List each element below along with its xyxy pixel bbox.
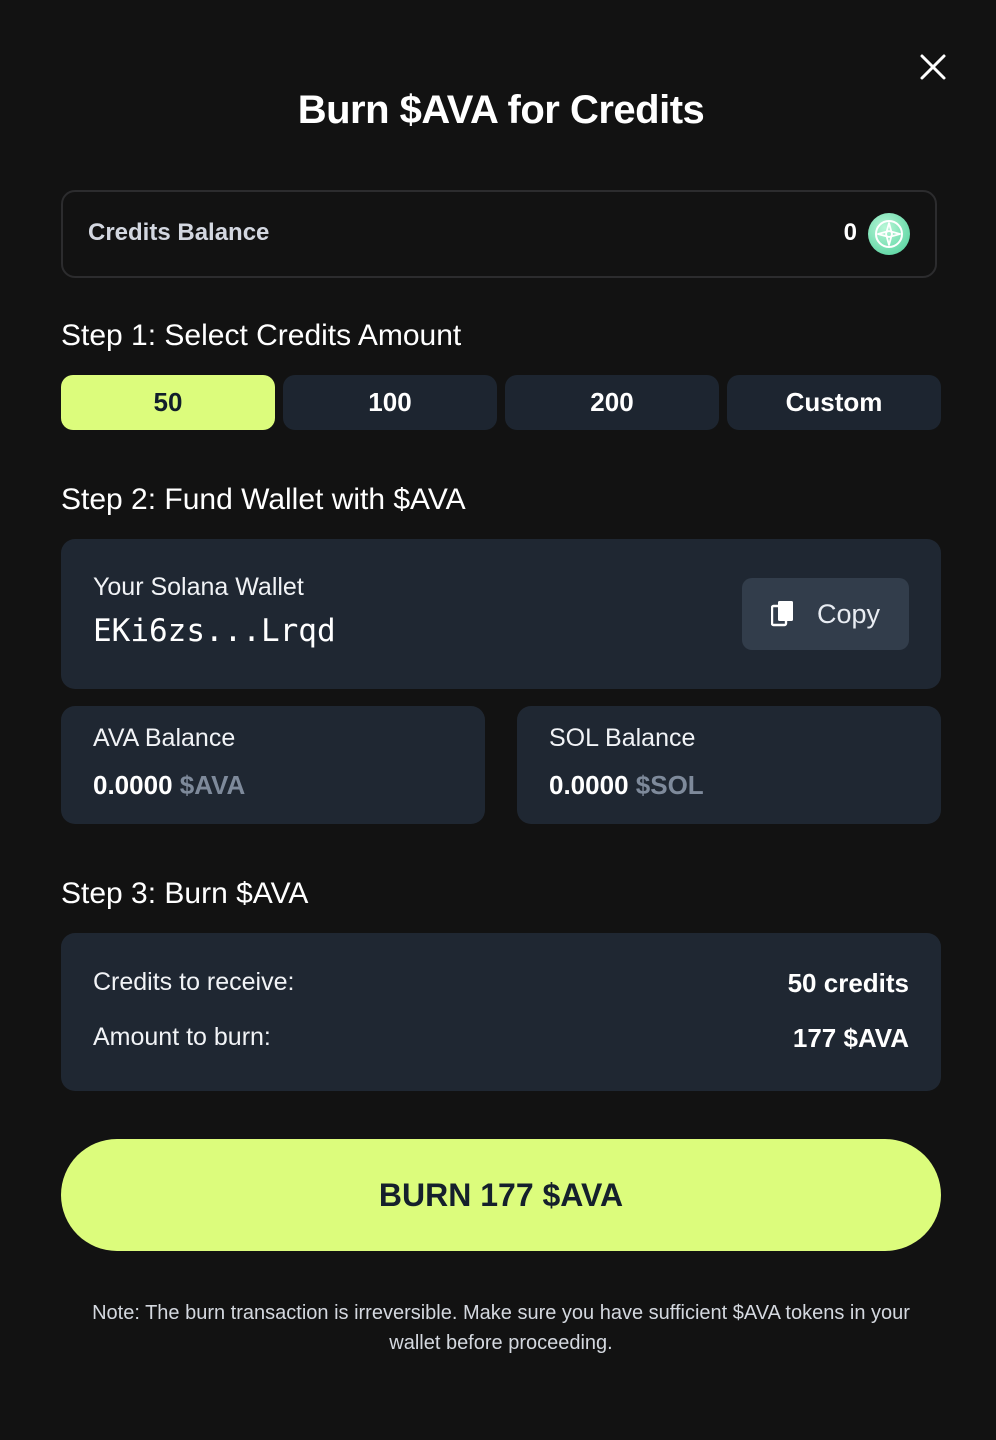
irreversible-note: Note: The burn transaction is irreversib…: [92, 1302, 910, 1354]
wallet-label: Your Solana Wallet: [93, 573, 304, 601]
ava-balance-amount: 0.0000: [93, 770, 173, 800]
step1-heading: Step 1: Select Credits Amount: [61, 319, 462, 352]
close-button[interactable]: [914, 48, 952, 86]
ava-balance-label: AVA Balance: [93, 724, 236, 752]
credits-balance-value: 0: [843, 219, 857, 246]
sol-balance-unit: $SOL: [635, 770, 704, 800]
sol-balance-amount: 0.0000: [549, 770, 629, 800]
step2-heading: Step 2: Fund Wallet with $AVA: [61, 483, 466, 516]
burn-button[interactable]: BURN 177 $AVA: [61, 1139, 941, 1251]
sol-balance-value: 0.0000 $SOL: [549, 770, 704, 801]
credits-balance-card: Credits Balance 0: [61, 190, 937, 278]
copy-icon: [770, 601, 793, 627]
credits-to-receive-label: Credits to receive:: [93, 968, 295, 996]
copy-button-label: Copy: [816, 598, 881, 629]
credits-to-receive-value: 50 credits: [787, 968, 909, 998]
ava-balance-unit: $AVA: [179, 770, 246, 800]
amount-option-200[interactable]: 200: [505, 375, 719, 430]
ava-balance-panel: AVA Balance 0.0000 $AVA: [61, 706, 485, 824]
modal-title: Burn $AVA for Credits: [297, 88, 705, 132]
sol-balance-panel: SOL Balance 0.0000 $SOL: [517, 706, 941, 824]
close-icon: [920, 54, 946, 80]
sol-balance-label: SOL Balance: [549, 724, 696, 752]
wallet-panel: Your Solana Wallet EKi6zs...Lrqd Copy: [61, 539, 941, 689]
amount-to-burn-value: 177 $AVA: [792, 1023, 909, 1053]
step3-heading: Step 3: Burn $AVA: [61, 877, 309, 910]
copy-address-button[interactable]: Copy: [742, 578, 909, 650]
amount-option-100[interactable]: 100: [283, 375, 497, 430]
amount-option-50[interactable]: 50: [61, 375, 275, 430]
credit-token-icon: [868, 213, 910, 255]
wallet-address: EKi6zs...Lrqd: [93, 613, 336, 649]
ava-balance-value: 0.0000 $AVA: [93, 770, 245, 801]
amount-option-custom[interactable]: Custom: [727, 375, 941, 430]
credits-balance-label: Credits Balance: [88, 219, 270, 246]
burn-summary-panel: Credits to receive: 50 credits Amount to…: [61, 933, 941, 1091]
amount-to-burn-label: Amount to burn:: [93, 1023, 271, 1051]
